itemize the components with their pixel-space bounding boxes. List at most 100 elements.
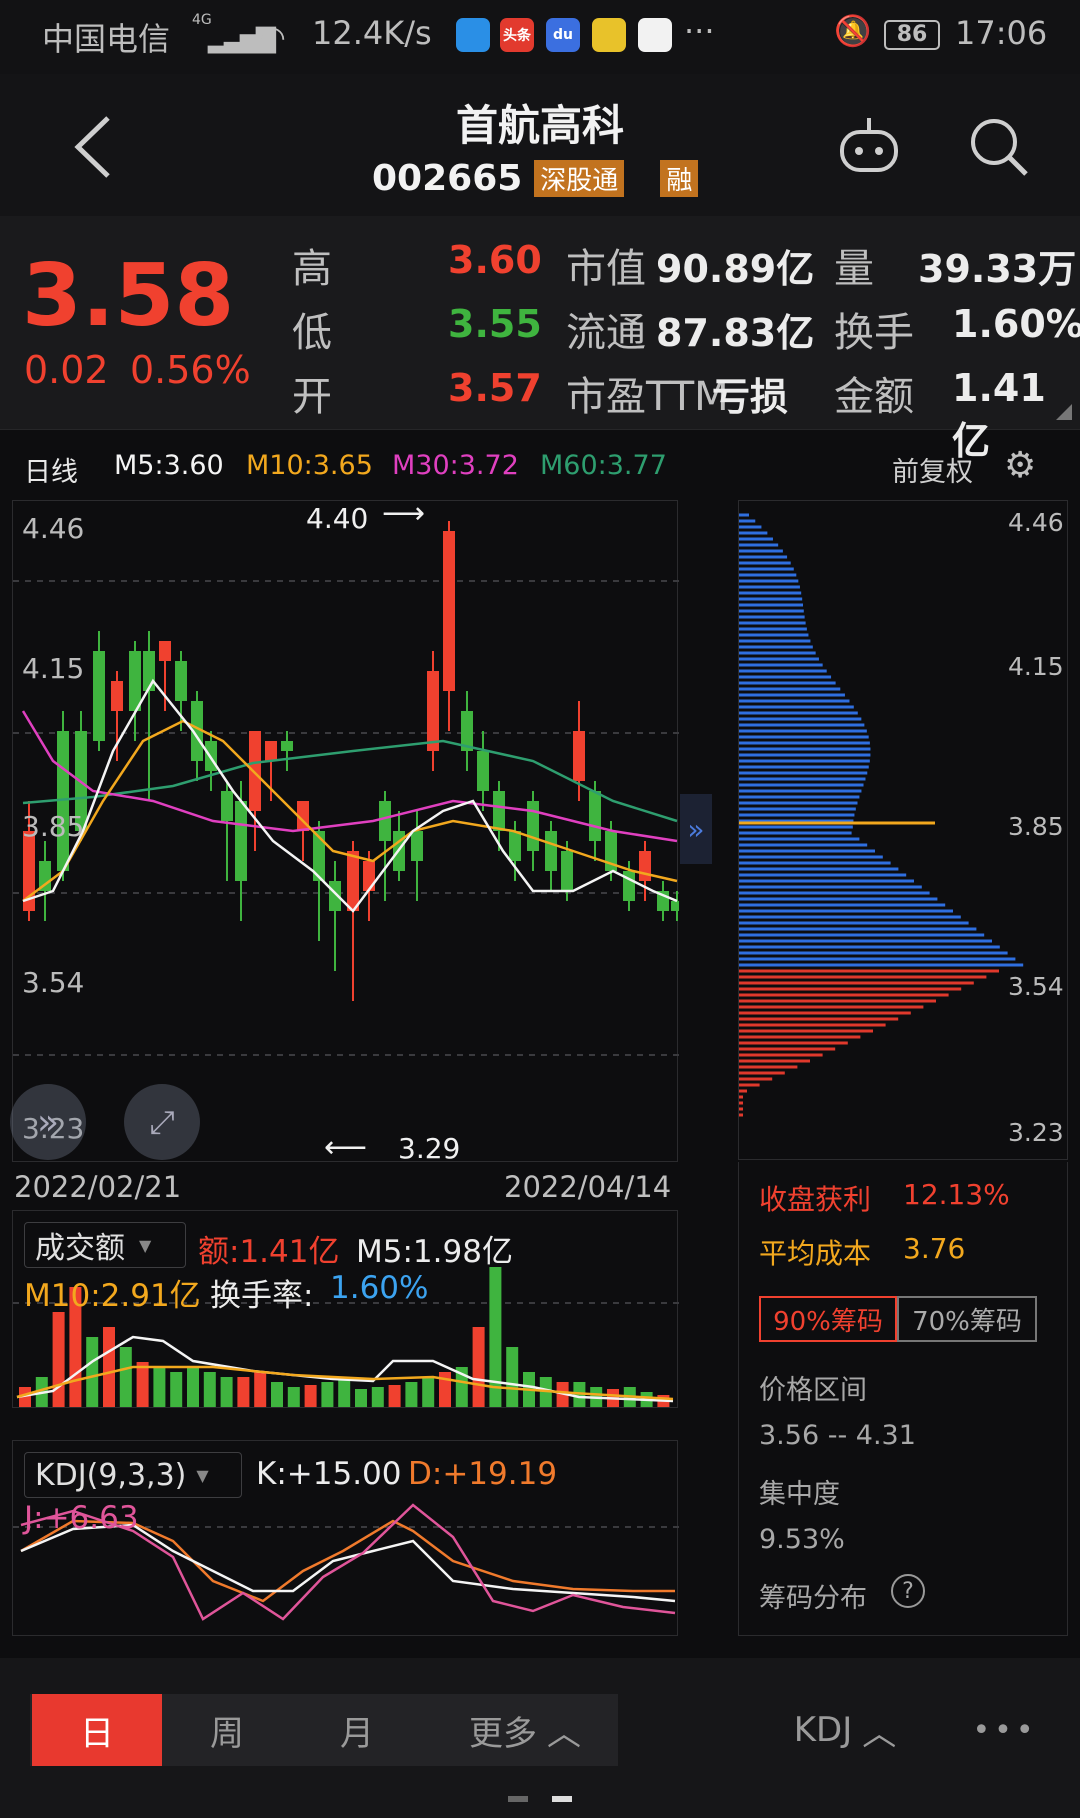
volume-bar	[338, 1377, 351, 1407]
robot-icon[interactable]	[836, 114, 902, 180]
quote-label: 开	[292, 374, 332, 420]
fullscreen-button[interactable]: ⤢	[124, 1084, 200, 1160]
candle-body	[129, 651, 141, 711]
tab-more-label: 更多	[469, 1713, 537, 1754]
candle-body	[427, 671, 439, 751]
quote-value: 3.57	[448, 366, 542, 410]
expand-chips-button[interactable]: »	[680, 794, 712, 864]
wifi-icon: ◠	[258, 18, 286, 56]
quote-label: 高	[292, 246, 332, 292]
candle-body	[143, 651, 155, 691]
date-start: 2022/02/21	[14, 1170, 182, 1204]
candle-body	[509, 831, 521, 861]
volume-bar	[422, 1377, 435, 1407]
quote-label: 市值	[566, 246, 646, 292]
volume-bar	[321, 1382, 334, 1407]
volume-bar	[119, 1347, 132, 1407]
ma5-value: M5:3.60	[114, 450, 224, 481]
volume-bar	[187, 1367, 199, 1407]
price-change-pct: 0.56%	[130, 348, 251, 392]
kdj-selector[interactable]: KDJ(9,3,3) ▼	[24, 1452, 242, 1498]
last-price: 3.58	[22, 246, 235, 346]
stock-code: 002665	[372, 158, 523, 199]
tab-day[interactable]: 日	[32, 1694, 162, 1766]
more-menu-icon[interactable]: •••	[950, 1694, 1060, 1766]
quote-label: 流通	[566, 310, 646, 356]
candle-body	[235, 801, 247, 881]
candle-body	[111, 681, 123, 711]
tab-chips-90[interactable]: 90%筹码	[759, 1296, 897, 1342]
stock-code-row: 002665 深股通 融	[372, 158, 699, 199]
candle-body	[561, 851, 573, 891]
candle-body	[159, 641, 171, 661]
quote-panel: 3.58 0.02 0.56% 高 3.60 市值 90.89亿量 39.33万低 3.5…	[0, 216, 1080, 463]
candle-body	[545, 831, 557, 871]
kdj-d: D:+19.19	[408, 1456, 558, 1492]
quote-value: 39.33万	[918, 247, 1077, 291]
quote-value: 90.89亿	[656, 247, 815, 291]
kline-y-label: 3.85	[22, 810, 85, 843]
volume-bar	[472, 1327, 485, 1407]
kline-chart[interactable]	[12, 500, 679, 1162]
chevron-up-icon: ︿	[547, 1713, 581, 1754]
volume-selector[interactable]: 成交额 ▼	[24, 1222, 186, 1268]
kdj-k: K:+15.00	[256, 1456, 402, 1492]
notification-app-icon: du	[546, 18, 580, 52]
turnover-value: 1.60%	[330, 1270, 429, 1306]
price-range-label: 价格区间	[759, 1375, 867, 1406]
battery-level: 86	[896, 22, 928, 47]
high-arrow-icon: ⟶	[382, 496, 426, 531]
candle-body	[493, 791, 505, 831]
volume-bar	[506, 1347, 519, 1407]
candle-body	[589, 791, 601, 841]
candle-body	[443, 531, 455, 691]
tab-month[interactable]: 月	[292, 1694, 422, 1766]
candle-body	[363, 861, 375, 891]
candle-body	[281, 741, 293, 751]
volume-amount: 额:1.41亿	[198, 1234, 340, 1270]
volume-bar	[371, 1387, 384, 1407]
tab-week[interactable]: 周	[162, 1694, 292, 1766]
candle-body	[249, 731, 261, 811]
kline-period[interactable]: 日线	[24, 450, 78, 489]
stock-name: 首航高科	[455, 101, 624, 150]
indicator-label: KDJ	[793, 1710, 853, 1750]
volume-bar	[388, 1385, 401, 1407]
quote-value: 亏损	[712, 375, 789, 419]
ma60-value: M60:3.77	[540, 450, 667, 481]
tab-chips-70[interactable]: 70%筹码	[897, 1296, 1037, 1342]
volume-bar	[203, 1372, 216, 1407]
settings-gear-icon[interactable]: ⚙	[1004, 448, 1036, 484]
stock-header: 首航高科 002665 深股通 融	[0, 74, 1080, 216]
quote-label: 市盈TTM	[566, 374, 729, 420]
volume-bar	[170, 1372, 183, 1407]
candle-body	[265, 741, 277, 761]
candle-body	[477, 751, 489, 791]
expand-corner-icon[interactable]	[1056, 404, 1072, 420]
volume-bar	[103, 1327, 115, 1407]
scroll-left-button[interactable]: »	[10, 1084, 86, 1160]
chip-y-label: 3.54	[1008, 972, 1064, 1001]
status-bar: 中国电信 4G ▂▃▅▇ ◠ 12.4K/s 头条 du ··· 🔕 86 17:…	[0, 0, 1080, 74]
quote-value: 1.60%	[952, 302, 1080, 346]
kdj-selector-label: KDJ(9,3,3)	[35, 1457, 187, 1493]
indicator-switch[interactable]: KDJ ︿	[770, 1694, 920, 1766]
tab-more[interactable]: 更多 ︿	[440, 1694, 610, 1766]
candle-body	[93, 651, 105, 741]
dropdown-arrow-icon: ▼	[196, 1465, 209, 1485]
chip-y-label: 4.46	[1008, 508, 1064, 537]
notification-app-icon	[456, 18, 490, 52]
search-icon[interactable]	[966, 114, 1032, 180]
volume-bar	[220, 1377, 233, 1407]
candle-body	[623, 871, 635, 901]
quote-value: 87.83亿	[656, 311, 815, 355]
kline-y-label: 4.46	[22, 512, 85, 545]
adjust-mode[interactable]: 前复权	[892, 450, 973, 489]
mute-icon: 🔕	[834, 14, 872, 49]
help-icon[interactable]: ?	[891, 1574, 925, 1608]
clock: 17:06	[955, 14, 1048, 52]
price-change: 0.02	[24, 348, 109, 392]
turnover-label: 换手率:	[210, 1278, 314, 1314]
candle-body	[639, 851, 651, 881]
concentration-label: 集中度	[759, 1479, 840, 1510]
